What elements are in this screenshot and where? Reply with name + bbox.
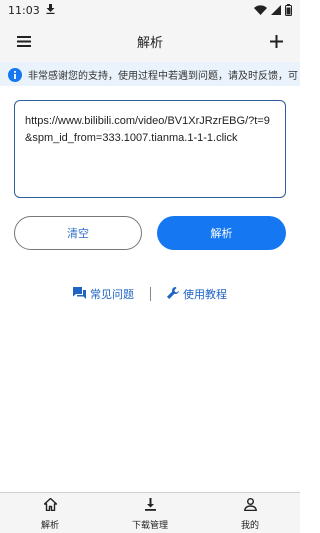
clear-button[interactable]: 清空 bbox=[14, 216, 142, 250]
info-icon bbox=[8, 67, 22, 82]
nav-item-downloads[interactable]: 下载管理 bbox=[100, 493, 200, 533]
page-title: 解析 bbox=[136, 35, 163, 51]
download-notification-icon bbox=[46, 3, 55, 17]
tutorial-link[interactable]: 使用教程 bbox=[167, 286, 227, 302]
download-icon bbox=[144, 496, 157, 515]
url-input[interactable]: https://www.bilibili.com/video/BV1XrJRzr… bbox=[14, 100, 286, 198]
help-links: 常见问题 使用教程 bbox=[0, 285, 300, 303]
wifi-icon bbox=[254, 5, 267, 15]
menu-icon[interactable] bbox=[12, 29, 36, 53]
faq-link[interactable]: 常见问题 bbox=[73, 286, 134, 302]
nav-item-mine[interactable]: 我的 bbox=[200, 493, 300, 533]
nav-label-mine: 我的 bbox=[240, 520, 259, 531]
tutorial-label: 使用教程 bbox=[183, 288, 227, 301]
bottom-nav: 解析 下载管理 我的 bbox=[0, 492, 300, 533]
signal-icon bbox=[271, 5, 281, 15]
app-bar: 解析 bbox=[0, 20, 300, 62]
home-icon bbox=[43, 496, 57, 515]
add-icon[interactable] bbox=[264, 29, 288, 53]
battery-icon bbox=[285, 4, 292, 16]
chat-icon bbox=[73, 286, 86, 302]
nav-label-downloads: 下载管理 bbox=[131, 520, 168, 531]
faq-label: 常见问题 bbox=[90, 288, 134, 301]
notice-text: 非常感谢您的支持，使用过程中若遇到问题，请及时反馈，可 bbox=[28, 70, 298, 82]
person-icon bbox=[243, 496, 257, 515]
link-divider bbox=[150, 287, 151, 301]
wrench-icon bbox=[167, 286, 179, 302]
parse-button[interactable]: 解析 bbox=[157, 216, 286, 250]
nav-item-parse[interactable]: 解析 bbox=[0, 493, 100, 533]
notice-bar: 非常感谢您的支持，使用过程中若遇到问题，请及时反馈，可 bbox=[0, 62, 300, 86]
status-time: 11:03 bbox=[8, 3, 40, 17]
status-bar: 11:03 bbox=[0, 0, 300, 20]
nav-label-parse: 解析 bbox=[40, 520, 59, 531]
